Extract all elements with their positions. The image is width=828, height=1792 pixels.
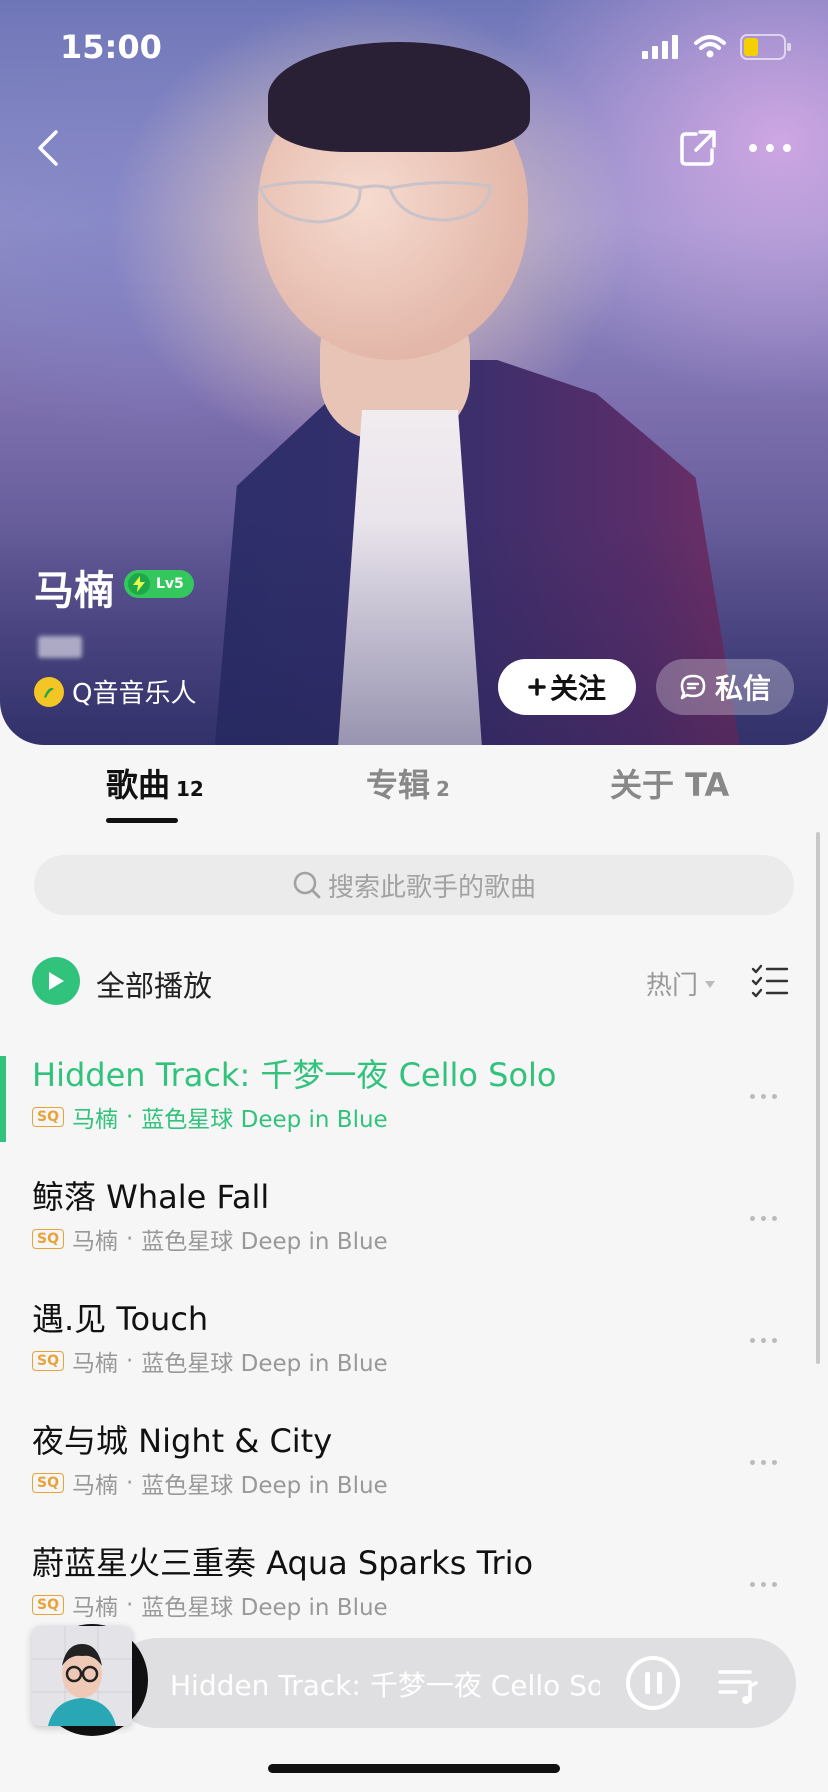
album-cover-thumbnail[interactable]	[32, 1626, 132, 1726]
battery-icon	[740, 34, 791, 60]
hero-photo-glasses	[257, 180, 492, 224]
song-album: 蓝色星球 Deep in Blue	[141, 1107, 388, 1133]
musician-tag[interactable]: Q音音乐人	[34, 673, 196, 710]
mini-player[interactable]: Hidden Track: 千梦一夜 Cello Solo	[112, 1638, 796, 1728]
song-more-button[interactable]	[750, 1452, 786, 1472]
song-artist: 马楠	[71, 1473, 118, 1499]
song-meta: SQ 马楠 · 蓝色星球 Deep in Blue	[32, 1588, 388, 1622]
play-all-label[interactable]: 全部播放	[96, 963, 212, 1005]
meta-separator: ·	[125, 1226, 134, 1252]
plus-icon	[528, 678, 546, 696]
sq-badge: SQ	[32, 1107, 64, 1127]
tab-albums-label: 专辑	[366, 766, 431, 804]
tab-songs[interactable]: 歌曲 12	[106, 760, 204, 806]
share-icon	[680, 130, 716, 166]
status-time: 15:00	[60, 28, 162, 66]
playlist-icon[interactable]	[716, 1662, 760, 1706]
meta-separator: ·	[125, 1104, 134, 1130]
song-artist: 马楠	[71, 1229, 118, 1255]
musician-label: Q音音乐人	[72, 679, 197, 709]
meta-separator: ·	[125, 1592, 134, 1618]
song-row[interactable]: 遇.见 Touch SQ 马楠 · 蓝色星球 Deep in Blue	[0, 1294, 828, 1406]
song-title: 夜与城 Night & City	[32, 1422, 333, 1460]
play-all-button[interactable]	[32, 957, 80, 1005]
play-icon	[49, 972, 64, 990]
song-meta: SQ 马楠 · 蓝色星球 Deep in Blue	[32, 1466, 388, 1500]
song-meta: SQ 马楠 · 蓝色星球 Deep in Blue	[32, 1344, 388, 1378]
search-input[interactable]: 搜索此歌手的歌曲	[34, 855, 794, 915]
tab-bar: 歌曲 12 专辑 2 关于 TA	[0, 760, 828, 830]
song-artist: 马楠	[71, 1351, 118, 1377]
song-more-button[interactable]	[750, 1330, 786, 1350]
sq-badge: SQ	[32, 1473, 64, 1493]
song-row[interactable]: 夜与城 Night & City SQ 马楠 · 蓝色星球 Deep in Bl…	[0, 1416, 828, 1528]
pause-icon	[644, 1672, 650, 1694]
tab-about[interactable]: 关于 TA	[610, 760, 729, 806]
tab-underline	[106, 818, 178, 823]
tab-songs-count: 12	[176, 777, 204, 801]
song-artist: 马楠	[71, 1595, 118, 1621]
search-icon	[293, 871, 321, 899]
level-text: Lv5	[156, 576, 184, 592]
blurred-text	[38, 636, 82, 658]
artist-hero: 15:00 马楠 Lv5 Q音音乐人 关注 私信	[0, 0, 828, 745]
level-badge: Lv5	[124, 570, 194, 598]
back-button[interactable]	[18, 118, 78, 178]
artist-name: 马楠	[34, 568, 114, 614]
status-icons	[642, 34, 792, 60]
caret-down-icon	[705, 980, 716, 988]
song-meta: SQ 马楠 · 蓝色星球 Deep in Blue	[32, 1100, 388, 1134]
share-button[interactable]	[668, 118, 728, 178]
song-more-button[interactable]	[750, 1086, 786, 1106]
sort-dropdown[interactable]: 热门	[646, 965, 716, 1002]
message-label: 私信	[714, 672, 771, 705]
sort-label: 热门	[646, 971, 699, 1001]
pause-button[interactable]	[626, 1656, 680, 1710]
song-album: 蓝色星球 Deep in Blue	[141, 1351, 388, 1377]
mini-player-title: Hidden Track: 千梦一夜 Cello Solo	[170, 1669, 600, 1702]
more-button[interactable]	[740, 118, 800, 178]
play-all-row: 全部播放 热门	[32, 957, 796, 1007]
signal-icon	[642, 35, 678, 59]
meta-separator: ·	[125, 1470, 134, 1496]
sq-badge: SQ	[32, 1229, 64, 1249]
follow-button[interactable]: 关注	[498, 659, 636, 715]
chat-icon	[680, 674, 706, 700]
song-row[interactable]: 鲸落 Whale Fall SQ 马楠 · 蓝色星球 Deep in Blue	[0, 1172, 828, 1284]
song-album: 蓝色星球 Deep in Blue	[141, 1473, 388, 1499]
song-title: 蔚蓝星火三重奏 Aqua Sparks Trio	[32, 1544, 534, 1582]
tab-songs-label: 歌曲	[106, 766, 171, 804]
qmusic-logo-icon	[34, 676, 64, 707]
message-button[interactable]: 私信	[656, 659, 794, 715]
sq-badge: SQ	[32, 1595, 64, 1615]
song-album: 蓝色星球 Deep in Blue	[141, 1595, 388, 1621]
sq-badge: SQ	[32, 1351, 64, 1371]
song-title: 鲸落 Whale Fall	[32, 1178, 270, 1216]
song-artist: 马楠	[71, 1107, 118, 1133]
back-icon	[38, 130, 58, 166]
song-title: 遇.见 Touch	[32, 1300, 209, 1338]
cover-art	[32, 1626, 132, 1726]
now-playing-indicator	[0, 1056, 6, 1142]
meta-separator: ·	[125, 1348, 134, 1374]
wifi-icon	[694, 35, 726, 58]
home-indicator[interactable]	[268, 1764, 560, 1773]
song-more-button[interactable]	[750, 1574, 786, 1594]
list-mode-icon[interactable]	[750, 961, 790, 1001]
search-placeholder: 搜索此歌手的歌曲	[327, 872, 536, 903]
tab-albums-count: 2	[436, 777, 450, 801]
song-more-button[interactable]	[750, 1208, 786, 1228]
song-meta: SQ 马楠 · 蓝色星球 Deep in Blue	[32, 1222, 388, 1256]
bolt-icon	[128, 573, 150, 595]
song-album: 蓝色星球 Deep in Blue	[141, 1229, 388, 1255]
tab-albums[interactable]: 专辑 2	[366, 760, 450, 806]
tab-about-label: 关于 TA	[610, 766, 730, 804]
more-icon	[749, 144, 791, 152]
song-row[interactable]: Hidden Track: 千梦一夜 Cello Solo SQ 马楠 · 蓝色…	[0, 1050, 828, 1162]
song-title: Hidden Track: 千梦一夜 Cello Solo	[32, 1056, 557, 1094]
follow-label: 关注	[549, 672, 606, 705]
status-bar: 15:00	[0, 0, 828, 96]
